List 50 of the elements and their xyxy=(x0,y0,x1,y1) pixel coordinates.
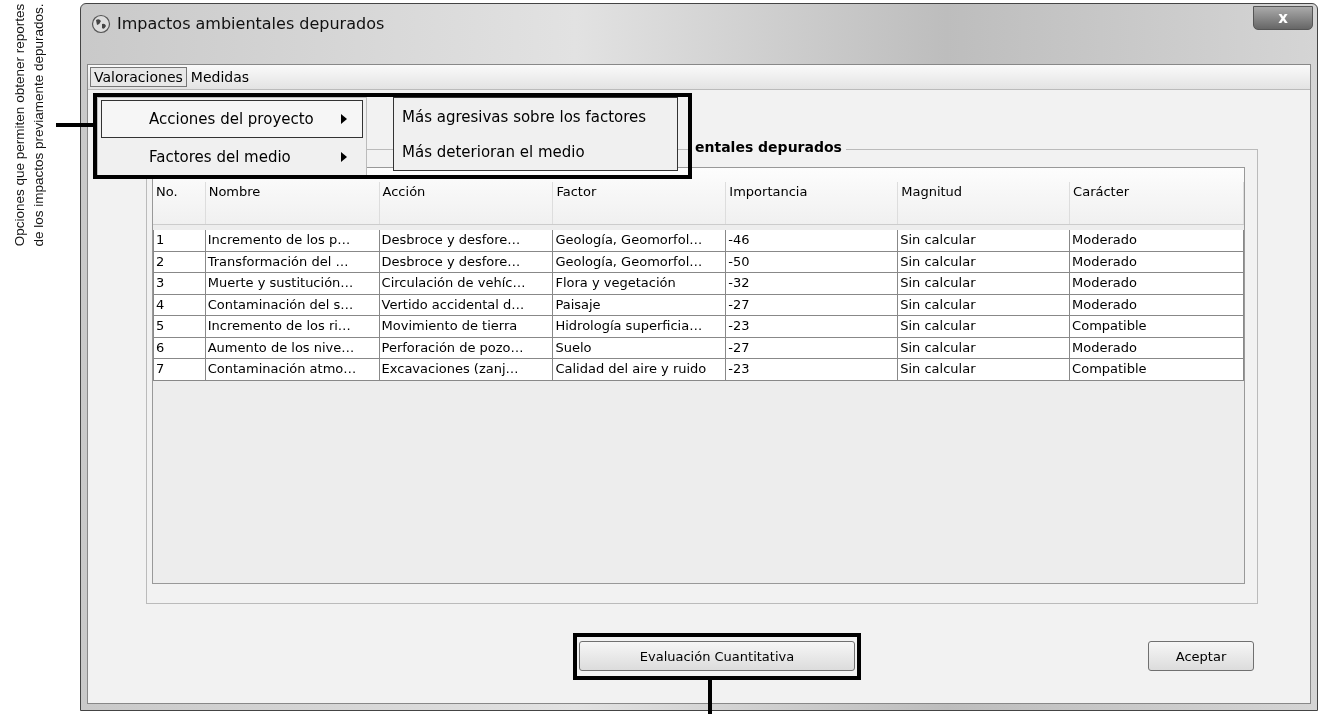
column-header[interactable]: Nombre xyxy=(205,182,380,224)
table-cell: Geología, Geomorfol… xyxy=(553,230,727,252)
table-cell: 7 xyxy=(153,359,206,381)
table-cell: Movimiento de tierra xyxy=(379,316,554,338)
table-cell: Sin calcular xyxy=(898,230,1071,252)
submenu-arrow-icon xyxy=(341,152,347,162)
table-cell: -32 xyxy=(726,273,899,295)
menu-item[interactable]: Factores del medio xyxy=(101,138,363,176)
callout-text: Opciones que permiten obtener reportes de los impactos previamente depurados. xyxy=(11,2,47,249)
table-cell: Compatible xyxy=(1070,316,1244,338)
table-cell: Compatible xyxy=(1070,359,1244,381)
table-cell: Excavaciones (zanj… xyxy=(379,359,554,381)
menu-item[interactable]: Más deterioran el medio xyxy=(394,135,677,170)
globe-icon xyxy=(91,14,111,34)
table-cell: Contaminación atmo… xyxy=(205,359,380,381)
column-header[interactable]: No. xyxy=(153,182,206,224)
table-cell: Moderado xyxy=(1070,230,1244,252)
close-button[interactable]: x xyxy=(1253,6,1313,30)
window-title: Impactos ambientales depurados xyxy=(117,14,386,33)
column-header[interactable]: Factor xyxy=(553,182,727,224)
table-cell: Circulación de vehíc… xyxy=(379,273,554,295)
menu-item[interactable]: Valoraciones xyxy=(90,67,187,87)
table-cell: Moderado xyxy=(1070,273,1244,295)
menu-item[interactable]: Acciones del proyecto xyxy=(101,100,363,138)
column-header[interactable]: Acción xyxy=(379,182,554,224)
table-cell: Desbroce y desfore… xyxy=(379,230,554,252)
column-header[interactable]: Magnitud xyxy=(898,182,1071,224)
column-header[interactable]: Carácter xyxy=(1070,182,1244,224)
submenu-arrow-icon xyxy=(341,114,347,124)
evaluate-button[interactable]: Evaluación Cuantitativa xyxy=(579,641,855,671)
column-header[interactable]: Importancia xyxy=(726,182,899,224)
table-cell: Incremento de los ri… xyxy=(205,316,380,338)
table-cell: Sin calcular xyxy=(898,316,1071,338)
menu-item[interactable]: Medidas xyxy=(186,67,254,87)
table-cell: -23 xyxy=(726,316,899,338)
table-cell: Flora y vegetación xyxy=(553,273,727,295)
accept-button[interactable]: Aceptar xyxy=(1148,641,1254,671)
table-cell: Calidad del aire y ruido xyxy=(553,359,727,381)
table-cell: 5 xyxy=(153,316,206,338)
table-cell: Sin calcular xyxy=(898,359,1071,381)
menu-item[interactable]: Más agresivas sobre los factores xyxy=(394,100,677,135)
table-cell: Hidrología superficia… xyxy=(553,316,727,338)
table-cell: Sin calcular xyxy=(898,273,1071,295)
group-title: entales depurados xyxy=(691,139,846,155)
table-cell: -23 xyxy=(726,359,899,381)
table-cell: 1 xyxy=(153,230,206,252)
table-cell: -46 xyxy=(726,230,899,252)
table-cell: Incremento de los p… xyxy=(205,230,380,252)
table-cell: 3 xyxy=(153,273,206,295)
table-cell: Muerte y sustitución… xyxy=(205,273,380,295)
